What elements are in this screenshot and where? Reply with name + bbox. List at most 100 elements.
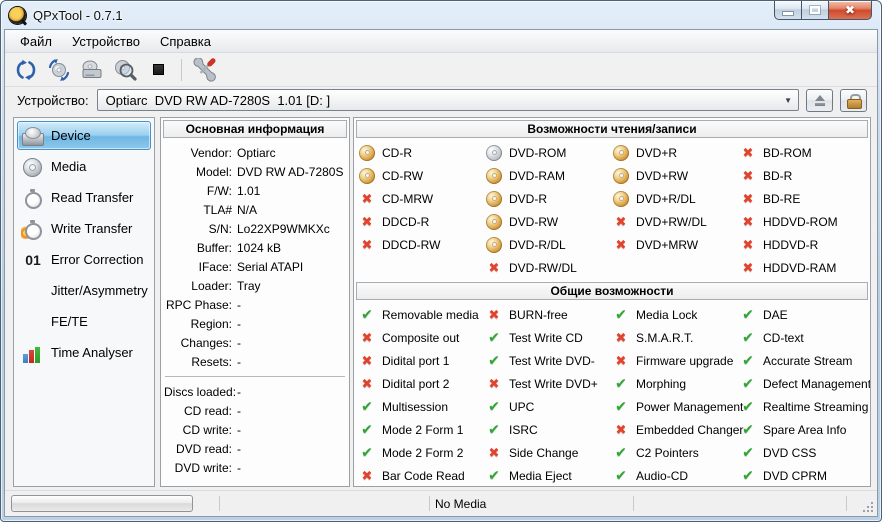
cap-dvd-mrw: DVD+MRW bbox=[613, 233, 740, 256]
check-icon bbox=[740, 422, 756, 438]
info-row: Buffer: 1024 kB bbox=[164, 238, 346, 257]
cap-label: DVD+MRW bbox=[636, 237, 699, 252]
cap-label: Audio-CD bbox=[636, 468, 689, 483]
cap-cd-text: CD-text bbox=[740, 326, 867, 349]
cap-bd-rom: BD-ROM bbox=[740, 141, 867, 164]
sidebar-item-error-correction[interactable]: Error Correction bbox=[17, 245, 151, 274]
main-area: Device Media Read Transfer Write Transfe… bbox=[5, 115, 877, 490]
cross-icon bbox=[613, 353, 629, 369]
cap-label: CD-R bbox=[382, 145, 412, 160]
cap-label: DVD-ROM bbox=[509, 145, 567, 160]
cap-spare-area-info: Spare Area Info bbox=[740, 418, 867, 441]
info-label: Vendor: bbox=[190, 145, 232, 160]
eject-button[interactable] bbox=[806, 88, 833, 112]
sidebar-item-media[interactable]: Media bbox=[17, 152, 151, 181]
info-row: Vendor: Optiarc bbox=[164, 143, 346, 162]
magnifier-disc-icon bbox=[115, 59, 137, 81]
disc-silver-icon bbox=[486, 144, 502, 161]
info-row: S/N: Lo22XP9WMKXc bbox=[164, 219, 346, 238]
cap-dvd-rw-dl: DVD+RW/DL bbox=[613, 210, 740, 233]
stopwatch-fire-icon bbox=[21, 218, 45, 240]
info-label: F/W: bbox=[206, 183, 232, 198]
cap-label: Morphing bbox=[636, 376, 687, 391]
chevron-down-icon: ▼ bbox=[784, 95, 792, 105]
close-button[interactable]: ✖ bbox=[828, 1, 872, 20]
cross-icon bbox=[359, 191, 375, 207]
info-value: - bbox=[237, 422, 241, 437]
disc-gold-icon bbox=[486, 190, 502, 207]
cap-label: Accurate Stream bbox=[763, 353, 853, 368]
rw-capabilities-title: Возможности чтения/записи bbox=[356, 120, 868, 138]
device-bar: Устройство: Optiarc DVD RW AD-7280S 1.01… bbox=[5, 87, 877, 115]
cap-label: DVD CPRM bbox=[763, 468, 828, 483]
check-icon bbox=[613, 307, 629, 323]
info-label: Changes: bbox=[180, 335, 232, 350]
info-row: F/W: 1.01 bbox=[164, 181, 346, 200]
drive-info-button[interactable] bbox=[77, 56, 107, 84]
check-icon bbox=[486, 422, 502, 438]
cross-icon bbox=[359, 330, 375, 346]
info-row: Resets: - bbox=[164, 352, 346, 371]
cap-cd-rw: CD-RW bbox=[359, 164, 486, 187]
cap-bd-r: BD-R bbox=[740, 164, 867, 187]
sidebar-item-time-analyser[interactable]: Time Analyser bbox=[17, 338, 151, 367]
menu-device[interactable]: Устройство bbox=[62, 30, 150, 52]
cap-label: ISRC bbox=[509, 422, 538, 437]
rescan-devices-button[interactable] bbox=[11, 56, 41, 84]
info-label: DVD read: bbox=[175, 441, 232, 456]
cap-label: Firmware upgrade bbox=[636, 353, 734, 368]
device-combobox[interactable]: Optiarc DVD RW AD-7280S 1.01 [D: ] ▼ bbox=[96, 89, 799, 111]
window-title: QPxTool - 0.7.1 bbox=[33, 7, 123, 23]
cap-label: DVD-RW/DL bbox=[509, 260, 577, 275]
sidebar-item-label: Error Correction bbox=[51, 252, 144, 267]
refresh-media-button[interactable] bbox=[44, 56, 74, 84]
minimize-button[interactable] bbox=[774, 1, 802, 20]
info-value: - bbox=[237, 403, 241, 418]
sidebar-item-label: Read Transfer bbox=[51, 190, 134, 205]
cap-label: DVD-R bbox=[509, 191, 547, 206]
stop-button[interactable] bbox=[143, 56, 173, 84]
check-icon bbox=[486, 468, 502, 484]
digits-01-icon bbox=[21, 250, 45, 270]
sidebar-item-write-transfer[interactable]: Write Transfer bbox=[17, 214, 151, 243]
maximize-button[interactable] bbox=[801, 1, 829, 20]
cap-mode-2-form-2: Mode 2 Form 2 bbox=[359, 441, 486, 464]
info-row: Loader: Tray bbox=[164, 276, 346, 295]
check-icon bbox=[740, 330, 756, 346]
sidebar-item-jitter-asymmetry[interactable]: Jitter/Asymmetry bbox=[17, 276, 151, 305]
cross-icon bbox=[740, 260, 756, 276]
info-panel-title: Основная информация bbox=[163, 120, 347, 138]
menu-bar: Файл Устройство Справка bbox=[5, 30, 877, 53]
scan-media-button[interactable] bbox=[110, 56, 140, 84]
cap-test-write-dvd: Test Write DVD+ bbox=[486, 372, 613, 395]
cap-dvd-rw-dl: DVD-RW/DL bbox=[486, 256, 613, 279]
title-bar[interactable]: QPxTool - 0.7.1 ✖ bbox=[1, 1, 881, 29]
info-label: Region: bbox=[190, 316, 232, 331]
cap-label: BD-R bbox=[763, 168, 793, 183]
resize-grip[interactable] bbox=[862, 501, 874, 513]
cap-ddcd-r: DDCD-R bbox=[359, 210, 486, 233]
cap-cd-r: CD-R bbox=[359, 141, 486, 164]
check-icon bbox=[613, 399, 629, 415]
cap-media-eject: Media Eject bbox=[486, 464, 613, 486]
sidebar-item-fe-te[interactable]: FE/TE bbox=[17, 307, 151, 336]
cap-label: Removable media bbox=[382, 307, 479, 322]
info-label: IFace: bbox=[198, 259, 232, 274]
menu-help[interactable]: Справка bbox=[150, 30, 221, 52]
menu-file[interactable]: Файл bbox=[10, 30, 62, 52]
sidebar-item-device[interactable]: Device bbox=[17, 121, 151, 150]
preferences-button[interactable] bbox=[190, 56, 220, 84]
disc-gold-icon bbox=[486, 236, 502, 253]
cross-icon bbox=[613, 422, 629, 438]
cap-label: UPC bbox=[509, 399, 535, 414]
info-value: Lo22XP9WMKXc bbox=[237, 221, 330, 236]
sidebar-item-read-transfer[interactable]: Read Transfer bbox=[17, 183, 151, 212]
disc-gold-icon bbox=[359, 167, 375, 184]
lock-button[interactable] bbox=[840, 88, 867, 112]
app-icon bbox=[9, 6, 26, 24]
cap-didital-port-2: Didital port 2 bbox=[359, 372, 486, 395]
cap-dvd-rw: DVD-RW bbox=[486, 210, 613, 233]
gen-col-1: Removable media Composite out Didital po… bbox=[359, 303, 486, 486]
check-icon bbox=[613, 376, 629, 392]
cap-label: Media Eject bbox=[509, 468, 572, 483]
